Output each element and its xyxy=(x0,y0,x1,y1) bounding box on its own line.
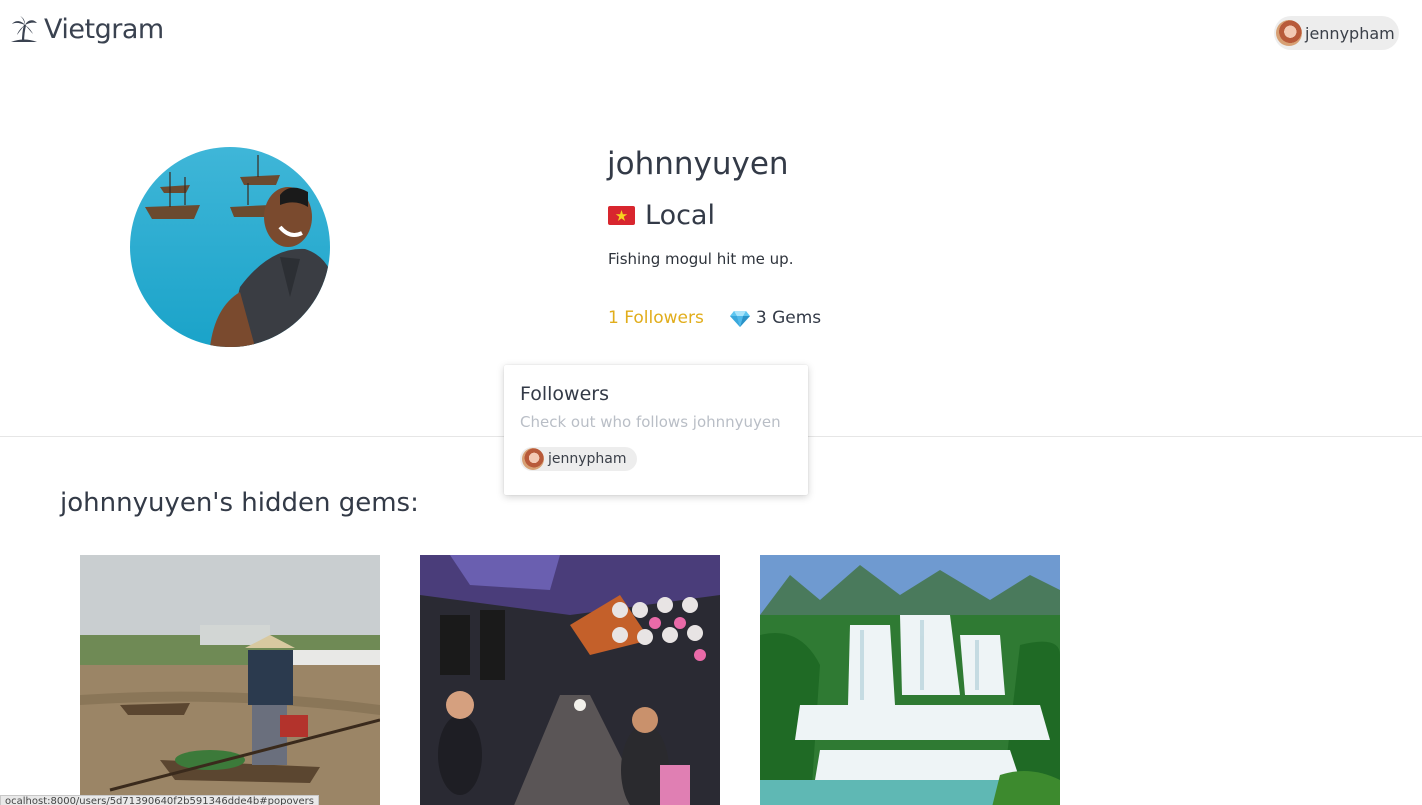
waterfall-photo xyxy=(760,555,1060,805)
status-label: Local xyxy=(645,200,715,231)
profile-photo-image xyxy=(130,147,330,347)
follower-chip[interactable]: jennypham xyxy=(520,447,637,471)
follower-name: jennypham xyxy=(548,451,627,467)
palm-island-icon xyxy=(11,15,37,42)
followers-popover: Followers Check out who follows johnnyuy… xyxy=(504,365,808,495)
current-user-avatar xyxy=(1276,20,1302,46)
profile-username: johnnyuyen xyxy=(607,146,789,182)
floating-market-photo xyxy=(80,555,380,805)
brand-logo-link[interactable]: Vietgram xyxy=(10,14,164,45)
popover-subtitle: Check out who follows johnnyuyen xyxy=(520,413,781,431)
gem-card-waterfall[interactable] xyxy=(760,555,1060,805)
current-user-chip[interactable]: jennypham xyxy=(1274,16,1399,50)
gems-count: 3 Gems xyxy=(729,308,822,328)
gem-icon xyxy=(729,310,750,327)
follower-avatar xyxy=(522,448,544,470)
brand-name: Vietgram xyxy=(44,14,164,45)
followers-link[interactable]: 1 Followers xyxy=(608,308,704,328)
profile-page: Vietgram jennypham johnnyuyen Local Fish… xyxy=(0,0,1422,805)
vietnam-flag-icon xyxy=(608,206,635,225)
gems-label: 3 Gems xyxy=(755,308,822,328)
gem-card-floating-market[interactable] xyxy=(80,555,380,805)
current-user-name: jennypham xyxy=(1305,23,1395,43)
profile-stats: 1 Followers 3 Gems xyxy=(608,308,821,328)
gems-section-heading: johnnyuyen's hidden gems: xyxy=(60,488,419,518)
status-row: Local xyxy=(608,200,715,231)
profile-avatar xyxy=(130,147,330,347)
browser-status-url: ocalhost:8000/users/5d71390640f2b591346d… xyxy=(0,795,319,805)
profile-bio: Fishing mogul hit me up. xyxy=(608,250,794,268)
gem-card-street-market[interactable] xyxy=(420,555,720,805)
popover-title: Followers xyxy=(520,383,609,405)
street-market-photo xyxy=(420,555,720,805)
